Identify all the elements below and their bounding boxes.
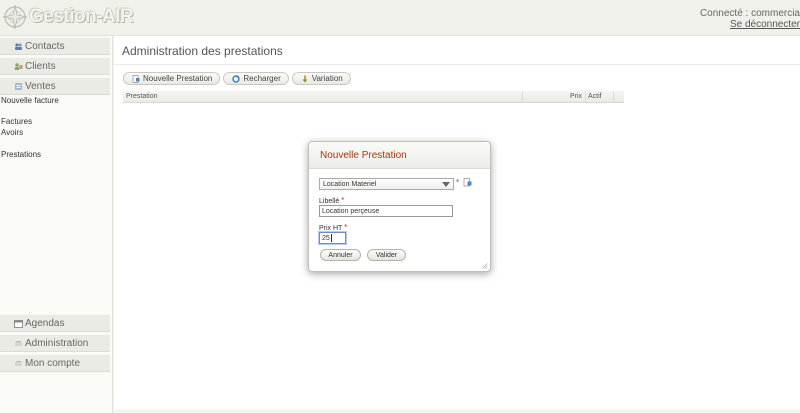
column-separator: [613, 91, 614, 103]
new-document-icon: [132, 74, 140, 83]
sidebar-item-factures[interactable]: Factures: [1, 117, 32, 126]
logout-link[interactable]: Se déconnecter: [700, 20, 800, 30]
dialog-title: Nouvelle Prestation: [320, 149, 407, 161]
column-header-prix[interactable]: Prix: [570, 93, 582, 100]
new-prestation-label: Nouvelle Prestation: [143, 74, 213, 83]
prix-ht-input-value: 25: [322, 234, 330, 242]
column-header-actif[interactable]: Actif: [588, 93, 602, 100]
toolbar: Nouvelle Prestation Recharger Variation: [123, 72, 351, 85]
sidebar-section-ventes[interactable]: Ventes: [0, 77, 110, 95]
sidebar-section-label: Contacts: [25, 40, 65, 52]
category-select[interactable]: Location Materiel: [319, 178, 454, 190]
column-separator: [522, 91, 523, 103]
sidebar-item-nouvelle-facture[interactable]: Nouvelle facture: [1, 96, 59, 105]
text-caret: [330, 234, 332, 242]
libelle-input-value: Location perçeuse: [322, 207, 380, 215]
nouvelle-prestation-dialog: Nouvelle Prestation Location Materiel * …: [308, 141, 491, 272]
category-select-value: Location Materiel: [323, 180, 377, 188]
sidebar-section-clients[interactable]: Clients: [0, 57, 110, 75]
column-separator: [585, 91, 586, 103]
sidebar-item-prestations[interactable]: Prestations: [1, 150, 41, 159]
variation-button[interactable]: Variation: [291, 72, 351, 85]
ventes-icon: [15, 82, 22, 90]
sidebar-section-label: Mon compte: [25, 357, 81, 369]
user-box: Connecté : commercia Se déconnecter: [700, 9, 800, 30]
libelle-label: Libellé *: [319, 196, 345, 205]
clients-icon: [14, 62, 23, 70]
sidebar-section-administration[interactable]: Administration: [0, 334, 110, 352]
sidebar-section-label: Ventes: [25, 80, 56, 92]
sidebar-section-agendas[interactable]: Agendas: [0, 314, 110, 332]
sidebar-section-label: Agendas: [25, 317, 65, 329]
reload-button[interactable]: Recharger: [223, 72, 289, 85]
reload-icon: [232, 74, 241, 83]
cancel-button[interactable]: Annuler: [320, 249, 361, 261]
resize-grip-icon[interactable]: [482, 263, 488, 269]
sidebar-section-contacts[interactable]: Contacts: [0, 37, 110, 55]
libelle-input[interactable]: Location perçeuse: [319, 205, 453, 217]
validate-button[interactable]: Valider: [367, 249, 406, 261]
column-header-prestation[interactable]: Prestation: [126, 93, 158, 100]
sidebar-item-avoirs[interactable]: Avoirs: [1, 128, 23, 137]
new-prestation-button[interactable]: Nouvelle Prestation: [123, 72, 221, 85]
app-logo[interactable]: Gestion-AIR: [2, 3, 134, 31]
sidebar: Contacts Clients Ventes Nouvelle facture…: [0, 36, 113, 413]
admin-icon: [15, 340, 22, 346]
add-category-icon[interactable]: [463, 178, 472, 187]
account-icon: [15, 360, 22, 366]
calendar-icon: [14, 319, 23, 328]
compass-logo-icon: [2, 4, 28, 30]
chevron-down-icon: [442, 182, 450, 187]
connected-status: Connecté : commercia: [699, 8, 800, 19]
top-bar: Gestion-AIR Connecté : commercia Se déco…: [0, 0, 800, 36]
required-marker: *: [456, 178, 460, 187]
sidebar-section-label: Administration: [25, 337, 89, 349]
dialog-header[interactable]: Nouvelle Prestation: [309, 142, 490, 169]
prix-ht-input[interactable]: 25: [319, 232, 346, 244]
contacts-icon: [15, 42, 22, 50]
sidebar-section-mon-compte[interactable]: Mon compte: [0, 354, 110, 372]
logo-text: Gestion-AIR: [29, 6, 134, 27]
sidebar-section-label: Clients: [25, 60, 56, 72]
prix-ht-label: Prix HT *: [319, 223, 348, 232]
grid-header: Prestation Prix Actif: [123, 91, 624, 103]
page-title: Administration des prestations: [122, 44, 283, 58]
reload-label: Recharger: [243, 74, 281, 83]
variation-label: Variation: [311, 74, 343, 83]
variation-icon: [302, 75, 308, 82]
title-divider: [114, 64, 800, 65]
